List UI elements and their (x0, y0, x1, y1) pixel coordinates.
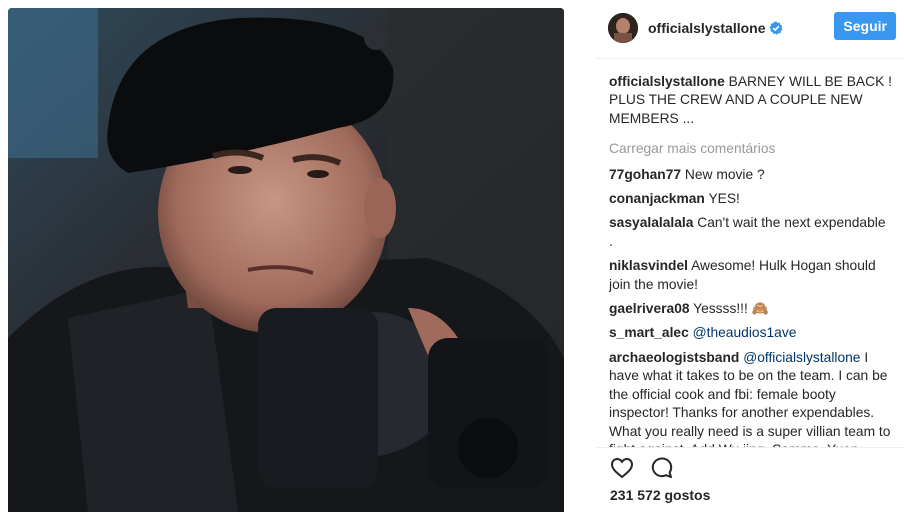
comment-item: archaeologistsband @officialslystallone … (609, 349, 892, 447)
header-divider (596, 58, 904, 59)
speech-bubble-icon[interactable] (650, 456, 674, 480)
caption-username[interactable]: officialslystallone (609, 74, 725, 89)
comment-item: gaelrivera08 Yessss!!! 🙈 (609, 300, 892, 318)
comment-username[interactable]: 77gohan77 (609, 167, 681, 182)
post-photo[interactable] (8, 8, 564, 512)
comment-username[interactable]: s_mart_alec (609, 325, 689, 340)
avatar[interactable] (608, 13, 638, 43)
comment-mention[interactable]: @theaudios1ave (693, 325, 797, 340)
actions-divider (596, 447, 904, 448)
comment-username[interactable]: gaelrivera08 (609, 301, 690, 316)
post-side-panel: officialslystallone Seguir officialslyst… (596, 0, 904, 512)
comment-item: 77gohan77 New movie ? (609, 166, 892, 184)
comment-mention[interactable]: @officialslystallone (743, 350, 860, 365)
load-more-comments-link[interactable]: Carregar mais comentários (609, 140, 892, 158)
comment-item: conanjackman YES! (609, 190, 892, 208)
comment-item: sasyalalalala Can't wait the next expend… (609, 214, 892, 251)
comment-text: New movie ? (684, 166, 765, 182)
comment-text: Yessss!!! 🙈 (693, 301, 769, 317)
comment-username[interactable]: conanjackman (609, 191, 705, 206)
comment-text: YES! (708, 191, 740, 207)
comment-username[interactable]: niklasvindel (609, 258, 688, 273)
comment-username[interactable]: sasyalalalala (609, 215, 693, 230)
comments-list[interactable]: officialslystallone BARNEY WILL BE BACK … (609, 73, 892, 447)
likes-count[interactable]: 231 572 gostos (610, 487, 710, 503)
verified-badge-icon (769, 21, 783, 35)
comment-item: niklasvindel Awesome! Hulk Hogan should … (609, 257, 892, 294)
post-actions (610, 456, 690, 480)
post-caption: officialslystallone BARNEY WILL BE BACK … (609, 73, 892, 128)
comment-username[interactable]: archaeologistsband (609, 350, 739, 365)
comment-item: s_mart_alec @theaudios1ave (609, 324, 892, 342)
author-username[interactable]: officialslystallone (648, 20, 765, 36)
follow-button[interactable]: Seguir (834, 12, 896, 40)
heart-icon[interactable] (610, 456, 634, 480)
post-header: officialslystallone Seguir (608, 0, 904, 56)
